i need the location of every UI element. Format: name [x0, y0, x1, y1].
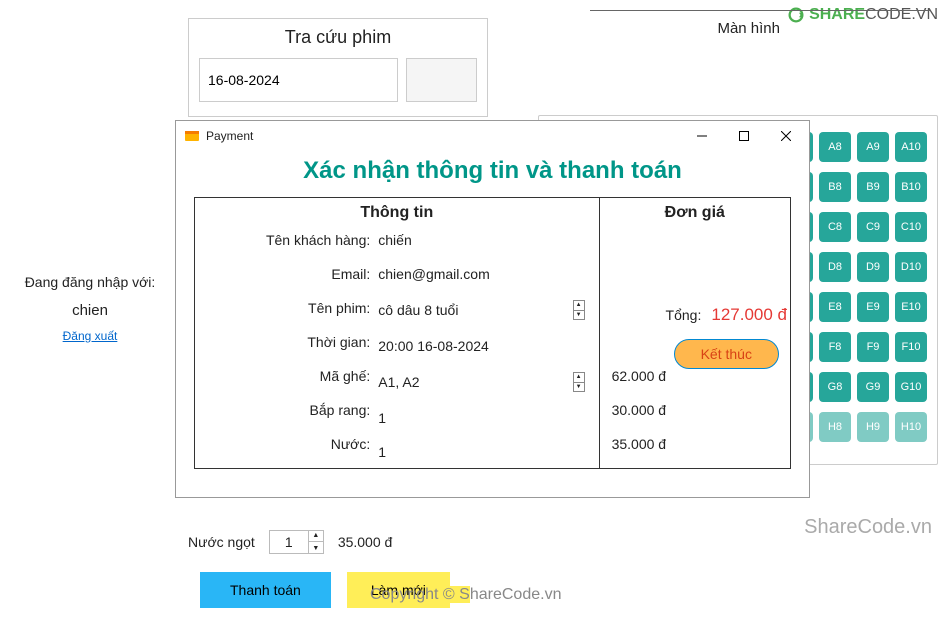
seat-E8[interactable]: E8	[819, 292, 851, 322]
spinner-up-icon[interactable]: ▲	[309, 530, 323, 542]
seat-D9[interactable]: D9	[857, 252, 889, 282]
label-drink: Nước:	[331, 436, 371, 452]
payment-window: Payment Xác nhận thông tin và thanh toán…	[175, 120, 810, 498]
screen-label: Màn hình	[717, 20, 780, 37]
modal-heading: Xác nhận thông tin và thanh toán	[194, 157, 791, 185]
seat-B10[interactable]: B10	[895, 172, 927, 202]
price-seat: 62.000 đ	[612, 368, 778, 384]
value-customer: chiến	[378, 232, 588, 248]
value-time: 20:00 16-08-2024	[378, 338, 588, 354]
seat-F9[interactable]: F9	[857, 332, 889, 362]
label-movie: Tên phim:	[308, 300, 370, 316]
extras-row: Nước ngọt 1 ▲▼ 35.000 đ	[188, 530, 392, 554]
label-seat: Mã ghế:	[320, 368, 371, 384]
watermark-copyright: Copyright © ShareCode.vn	[370, 586, 561, 604]
extras-label: Nước ngọt	[188, 534, 255, 550]
value-seat: A1, A2	[378, 374, 419, 390]
seat-F10[interactable]: F10	[895, 332, 927, 362]
window-close-button[interactable]	[765, 122, 807, 150]
seat-stepper[interactable]: ▲▼	[573, 372, 585, 392]
brand-logo: SHARECODE.VN	[787, 6, 938, 24]
pay-button[interactable]: Thanh toán	[200, 572, 331, 608]
seat-A9[interactable]: A9	[857, 132, 889, 162]
price-popcorn: 30.000 đ	[612, 402, 778, 418]
watermark-bottom-right: ShareCode.vn	[804, 516, 932, 539]
window-minimize-button[interactable]	[681, 122, 723, 150]
movie-search-panel: Tra cứu phim	[188, 18, 488, 117]
seat-A8[interactable]: A8	[819, 132, 851, 162]
seat-E10[interactable]: E10	[895, 292, 927, 322]
total-block: Tổng: 127.000 đ Kết thúc	[666, 305, 787, 369]
seat-H9[interactable]: H9	[857, 412, 889, 442]
seat-C8[interactable]: C8	[819, 212, 851, 242]
seat-G10[interactable]: G10	[895, 372, 927, 402]
screen-line	[590, 10, 930, 11]
login-sidebar: Đang đăng nhập với: chien Đăng xuất	[0, 0, 180, 617]
label-time: Thời gian:	[307, 334, 370, 350]
info-header: Thông tin	[195, 198, 599, 228]
seat-E9[interactable]: E9	[857, 292, 889, 322]
search-title: Tra cứu phim	[199, 27, 477, 48]
window-titlebar: Payment	[176, 121, 809, 151]
seat-D10[interactable]: D10	[895, 252, 927, 282]
search-side-box	[406, 58, 477, 102]
window-maximize-button[interactable]	[723, 122, 765, 150]
label-popcorn: Bắp rang:	[310, 402, 371, 418]
seat-H8[interactable]: H8	[819, 412, 851, 442]
total-amount: 127.000 đ	[711, 305, 787, 325]
seat-C9[interactable]: C9	[857, 212, 889, 242]
seat-G9[interactable]: G9	[857, 372, 889, 402]
window-icon	[184, 128, 200, 144]
price-drink: 35.000 đ	[612, 436, 778, 452]
finish-button[interactable]: Kết thúc	[674, 339, 779, 369]
value-email: chien@gmail.com	[378, 266, 588, 282]
seat-H10[interactable]: H10	[895, 412, 927, 442]
spinner-down-icon[interactable]: ▼	[309, 542, 323, 554]
label-customer: Tên khách hàng:	[266, 232, 370, 248]
movie-stepper[interactable]: ▲▼	[573, 300, 585, 320]
login-username: chien	[72, 302, 108, 319]
value-popcorn: 1	[378, 410, 588, 426]
label-email: Email:	[331, 266, 370, 282]
login-label: Đang đăng nhập với:	[25, 274, 156, 290]
value-movie: cô dâu 8 tuổi	[378, 302, 458, 318]
seat-C10[interactable]: C10	[895, 212, 927, 242]
seat-A10[interactable]: A10	[895, 132, 927, 162]
date-input[interactable]	[199, 58, 398, 102]
seat-B9[interactable]: B9	[857, 172, 889, 202]
logout-link[interactable]: Đăng xuất	[63, 329, 118, 343]
seat-G8[interactable]: G8	[819, 372, 851, 402]
window-title: Payment	[206, 129, 253, 143]
total-label: Tổng:	[666, 307, 702, 323]
value-drink: 1	[378, 444, 588, 460]
seat-B8[interactable]: B8	[819, 172, 851, 202]
price-header: Đơn giá	[600, 198, 790, 228]
seat-D8[interactable]: D8	[819, 252, 851, 282]
seat-F8[interactable]: F8	[819, 332, 851, 362]
extras-qty-spinner[interactable]: 1 ▲▼	[269, 530, 324, 554]
extras-price: 35.000 đ	[338, 534, 393, 550]
